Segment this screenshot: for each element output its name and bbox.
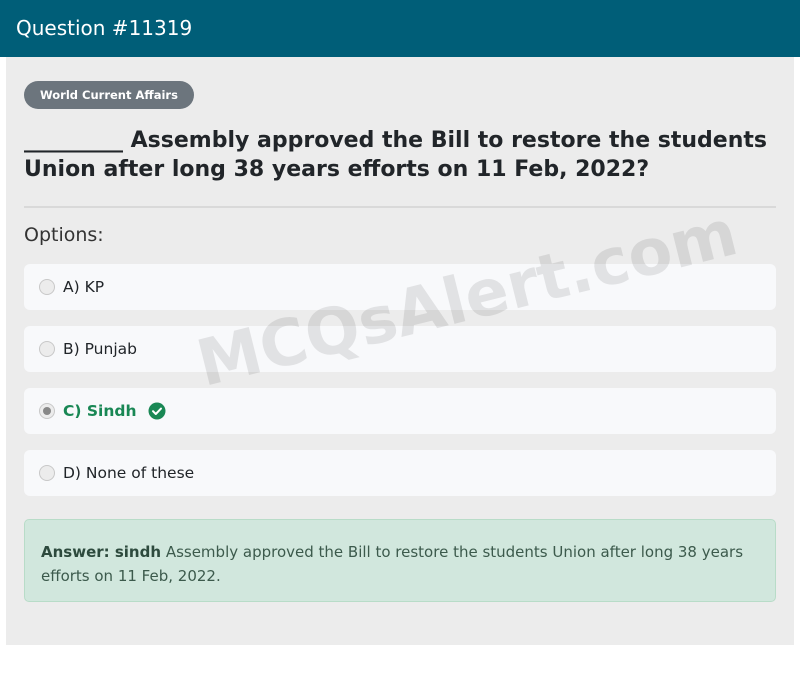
- radio-option-a[interactable]: [39, 279, 55, 295]
- answer-prefix: Answer: sindh: [41, 543, 162, 561]
- question-text: _________ Assembly approved the Bill to …: [24, 128, 767, 182]
- answer-explanation: Answer: sindh Assembly approved the Bill…: [24, 519, 776, 602]
- option-d[interactable]: D) None of these: [24, 450, 776, 496]
- radio-option-b[interactable]: [39, 341, 55, 357]
- question-header: Question #11319: [0, 0, 800, 57]
- radio-option-c[interactable]: [39, 403, 55, 419]
- option-c[interactable]: C) Sindh: [24, 388, 776, 434]
- divider: [24, 206, 776, 208]
- category-badge[interactable]: World Current Affairs: [24, 81, 194, 109]
- options-label: Options:: [24, 224, 104, 246]
- question-title: Question #11319: [16, 16, 193, 40]
- option-b-label: B) Punjab: [63, 340, 137, 358]
- option-b[interactable]: B) Punjab: [24, 326, 776, 372]
- check-circle-icon: [148, 402, 166, 420]
- option-a-label: A) KP: [63, 278, 105, 296]
- option-a[interactable]: A) KP: [24, 264, 776, 310]
- option-d-label: D) None of these: [63, 464, 195, 482]
- radio-option-d[interactable]: [39, 465, 55, 481]
- option-c-label: C) Sindh: [63, 402, 137, 420]
